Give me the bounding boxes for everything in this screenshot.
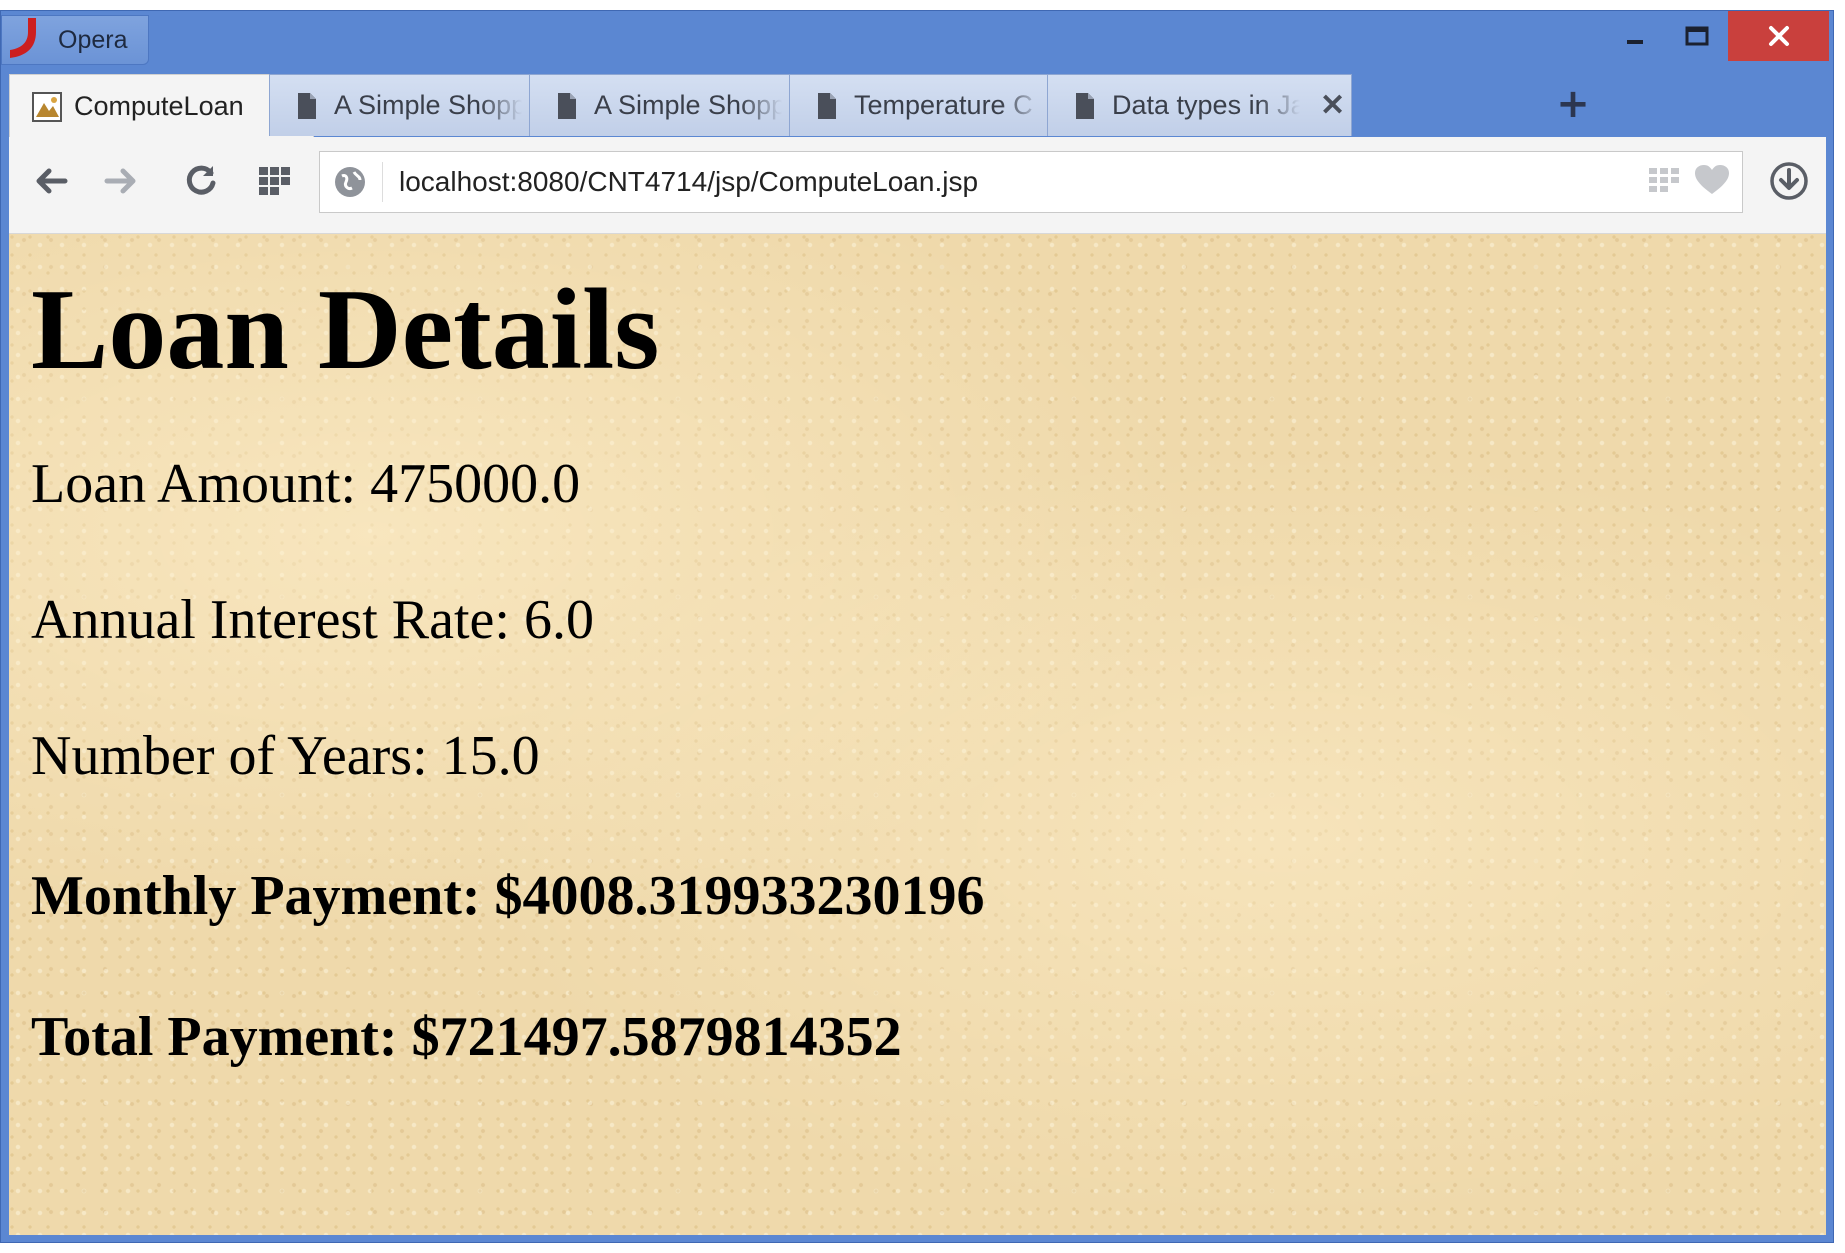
opera-logo-icon — [6, 18, 42, 62]
monthly-payment-text: Monthly Payment: $4008.319933230196 — [31, 865, 985, 927]
close-window-button[interactable] — [1728, 11, 1829, 61]
loan-amount-text: Loan Amount: 475000.0 — [31, 453, 581, 515]
new-tab-button[interactable]: + — [1549, 80, 1597, 128]
tab-label: Data types in Ja — [1112, 90, 1300, 120]
minimize-button[interactable] — [1605, 11, 1665, 61]
interest-rate-text: Annual Interest Rate: 6.0 — [31, 589, 594, 651]
page-content: Loan Details Loan Amount: 475000.0 Annua… — [9, 234, 1826, 1235]
tab-strip: ComputeLoan ✕ A Simple Shopp ✕ A Simple … — [9, 74, 1833, 138]
years-text: Number of Years: 15.0 — [31, 725, 540, 787]
download-icon — [1770, 162, 1808, 200]
app-name-label: Opera — [58, 25, 128, 54]
document-icon — [292, 90, 322, 122]
opera-menu-button[interactable]: Opera — [1, 15, 149, 65]
forward-arrow-icon — [104, 168, 136, 194]
maximize-button[interactable] — [1667, 11, 1727, 61]
page-image-icon — [32, 91, 62, 123]
tab-close-icon[interactable]: ✕ — [1320, 88, 1345, 123]
document-icon — [552, 90, 582, 122]
page-title: Loan Details — [31, 266, 660, 394]
tab-label: A Simple Shopp — [334, 90, 522, 120]
address-bar-actions — [1648, 164, 1730, 196]
globe-icon[interactable] — [332, 164, 368, 200]
tab-data-types[interactable]: Data types in Ja ✕ — [1047, 74, 1352, 136]
url-text[interactable]: localhost:8080/CNT4714/jsp/ComputeLoan.j… — [399, 166, 978, 198]
tab-label: Temperature C — [854, 90, 1033, 120]
tab-label: A Simple Shopp — [594, 90, 782, 120]
document-icon — [812, 90, 842, 122]
speed-dial-button[interactable] — [253, 159, 297, 203]
address-separator — [382, 162, 383, 202]
back-arrow-icon — [36, 168, 68, 194]
title-bar: Opera — [1, 11, 1833, 75]
minimize-icon — [1627, 40, 1643, 44]
maximize-icon — [1685, 26, 1709, 46]
reload-icon — [186, 165, 216, 195]
tab-label: ComputeLoan — [74, 91, 244, 121]
browser-window: Opera ComputeLoan ✕ A Simple Shopp ✕ — [0, 10, 1834, 1243]
reload-button[interactable] — [179, 159, 223, 203]
close-icon — [1768, 26, 1789, 46]
document-icon — [1070, 90, 1100, 122]
address-bar[interactable]: localhost:8080/CNT4714/jsp/ComputeLoan.j… — [319, 151, 1743, 213]
navigation-toolbar: localhost:8080/CNT4714/jsp/ComputeLoan.j… — [9, 137, 1826, 234]
speed-dial-add-icon[interactable] — [1648, 166, 1680, 194]
back-button[interactable] — [29, 159, 73, 203]
total-payment-text: Total Payment: $721497.5879814352 — [31, 1006, 902, 1068]
downloads-button[interactable] — [1767, 159, 1811, 203]
grid-icon — [259, 167, 290, 195]
forward-button[interactable] — [99, 159, 143, 203]
heart-icon[interactable] — [1694, 164, 1730, 196]
